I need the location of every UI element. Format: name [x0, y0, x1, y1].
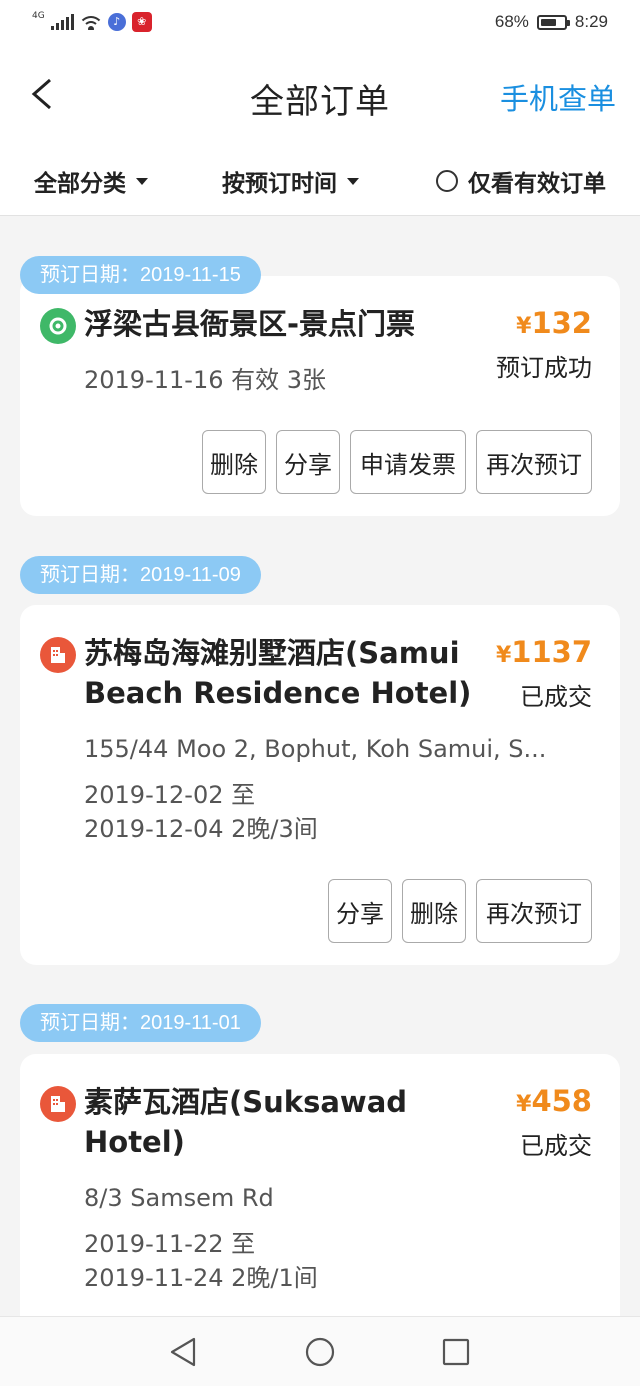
ticket-icon [40, 308, 76, 344]
share-button[interactable]: 分享 [276, 430, 340, 494]
nav-recents-button[interactable] [439, 1335, 473, 1369]
order-validity: 2019-11-16 有效 3张 [84, 366, 327, 394]
price-value: 1137 [511, 635, 592, 669]
order-card[interactable]: 素萨瓦酒店(Suksawad Hotel) ¥458 已成交 8/3 Samse… [20, 1054, 620, 1334]
order-price: ¥458 [516, 1084, 592, 1118]
order-status: 预订成功 [496, 354, 592, 382]
status-right-icons: 68% 8:29 [495, 10, 608, 34]
valid-only-label: 仅看有效订单 [468, 171, 606, 197]
invoice-button[interactable]: 申请发票 [350, 430, 466, 494]
hotel-address: 8/3 Samsem Rd [84, 1184, 274, 1212]
order-card[interactable]: 苏梅岛海滩别墅酒店(Samui Beach Residence Hotel) ¥… [20, 605, 620, 965]
sort-filter-label: 按预订时间 [222, 171, 337, 197]
phone-query-link[interactable]: 手机查单 [500, 76, 616, 118]
share-button[interactable]: 分享 [328, 879, 392, 943]
rebook-button[interactable]: 再次预订 [476, 430, 592, 494]
valid-only-toggle[interactable]: 仅看有效订单 [436, 164, 606, 198]
filter-bar: 全部分类 按预订时间 仅看有效订单 [0, 148, 640, 216]
category-filter[interactable]: 全部分类 [34, 164, 148, 198]
order-actions: 分享 删除 再次预订 [328, 879, 592, 943]
home-circle-icon [305, 1337, 335, 1367]
order-status: 已成交 [520, 683, 592, 711]
order-actions: 删除 分享 申请发票 再次预订 [202, 430, 592, 494]
checkout-date: 2019-11-24 2晚/1间 [84, 1264, 318, 1292]
network-type: 4G [32, 11, 45, 21]
rebook-button[interactable]: 再次预订 [476, 879, 592, 943]
nav-back-button[interactable] [166, 1335, 200, 1369]
checkout-date: 2019-12-04 2晚/3间 [84, 815, 318, 843]
radio-icon[interactable] [436, 170, 458, 192]
order-title: 苏梅岛海滩别墅酒店(Samui Beach Residence Hotel) [84, 636, 472, 710]
currency-symbol: ¥ [516, 314, 532, 339]
currency-symbol: ¥ [495, 643, 512, 668]
price-value: 132 [531, 306, 592, 340]
order-price: ¥132 [516, 306, 592, 340]
system-nav-bar [0, 1316, 640, 1386]
order-card[interactable]: 浮梁古县衙景区-景点门票 ¥132 预订成功 2019-11-16 有效 3张 … [20, 276, 620, 516]
battery-icon [536, 14, 570, 30]
notification-app-icon: ❀ [131, 12, 152, 32]
recents-square-icon [442, 1338, 470, 1366]
clock: 8:29 [574, 12, 608, 31]
sort-filter[interactable]: 按预订时间 [222, 164, 359, 198]
caret-down-icon [136, 177, 148, 185]
order-title: 浮梁古县衙景区-景点门票 [84, 307, 416, 341]
order-date-badge: 预订日期：2019-11-15 [20, 256, 261, 294]
hotel-address: 155/44 Moo 2, Bophut, Koh Samui, S... [84, 735, 547, 763]
signal-icon [50, 14, 74, 30]
hotel-icon [40, 637, 76, 673]
checkin-date: 2019-12-02 至 [84, 781, 256, 809]
wifi-icon [79, 14, 102, 30]
currency-symbol: ¥ [516, 1092, 532, 1117]
battery-percent: 68% [494, 12, 529, 31]
category-filter-label: 全部分类 [34, 171, 126, 197]
status-left-icons: 4G ♪ ❀ [32, 10, 152, 34]
back-triangle-icon [170, 1337, 196, 1367]
music-app-icon: ♪ [107, 13, 126, 31]
hotel-icon [40, 1086, 76, 1122]
order-date-badge: 预订日期：2019-11-09 [20, 556, 261, 594]
price-value: 458 [531, 1084, 592, 1118]
header: 全部订单 手机查单 [0, 44, 640, 148]
order-date-badge: 预订日期：2019-11-01 [20, 1004, 261, 1042]
order-title: 素萨瓦酒店(Suksawad Hotel) [84, 1085, 408, 1159]
caret-down-icon [347, 177, 359, 185]
order-price: ¥1137 [496, 635, 592, 669]
checkin-date: 2019-11-22 至 [84, 1230, 256, 1258]
delete-button[interactable]: 删除 [202, 430, 266, 494]
nav-home-button[interactable] [303, 1335, 337, 1369]
status-bar: 4G ♪ ❀ 68% 8:29 [0, 0, 640, 44]
order-status: 已成交 [520, 1132, 592, 1160]
delete-button[interactable]: 删除 [402, 879, 466, 943]
